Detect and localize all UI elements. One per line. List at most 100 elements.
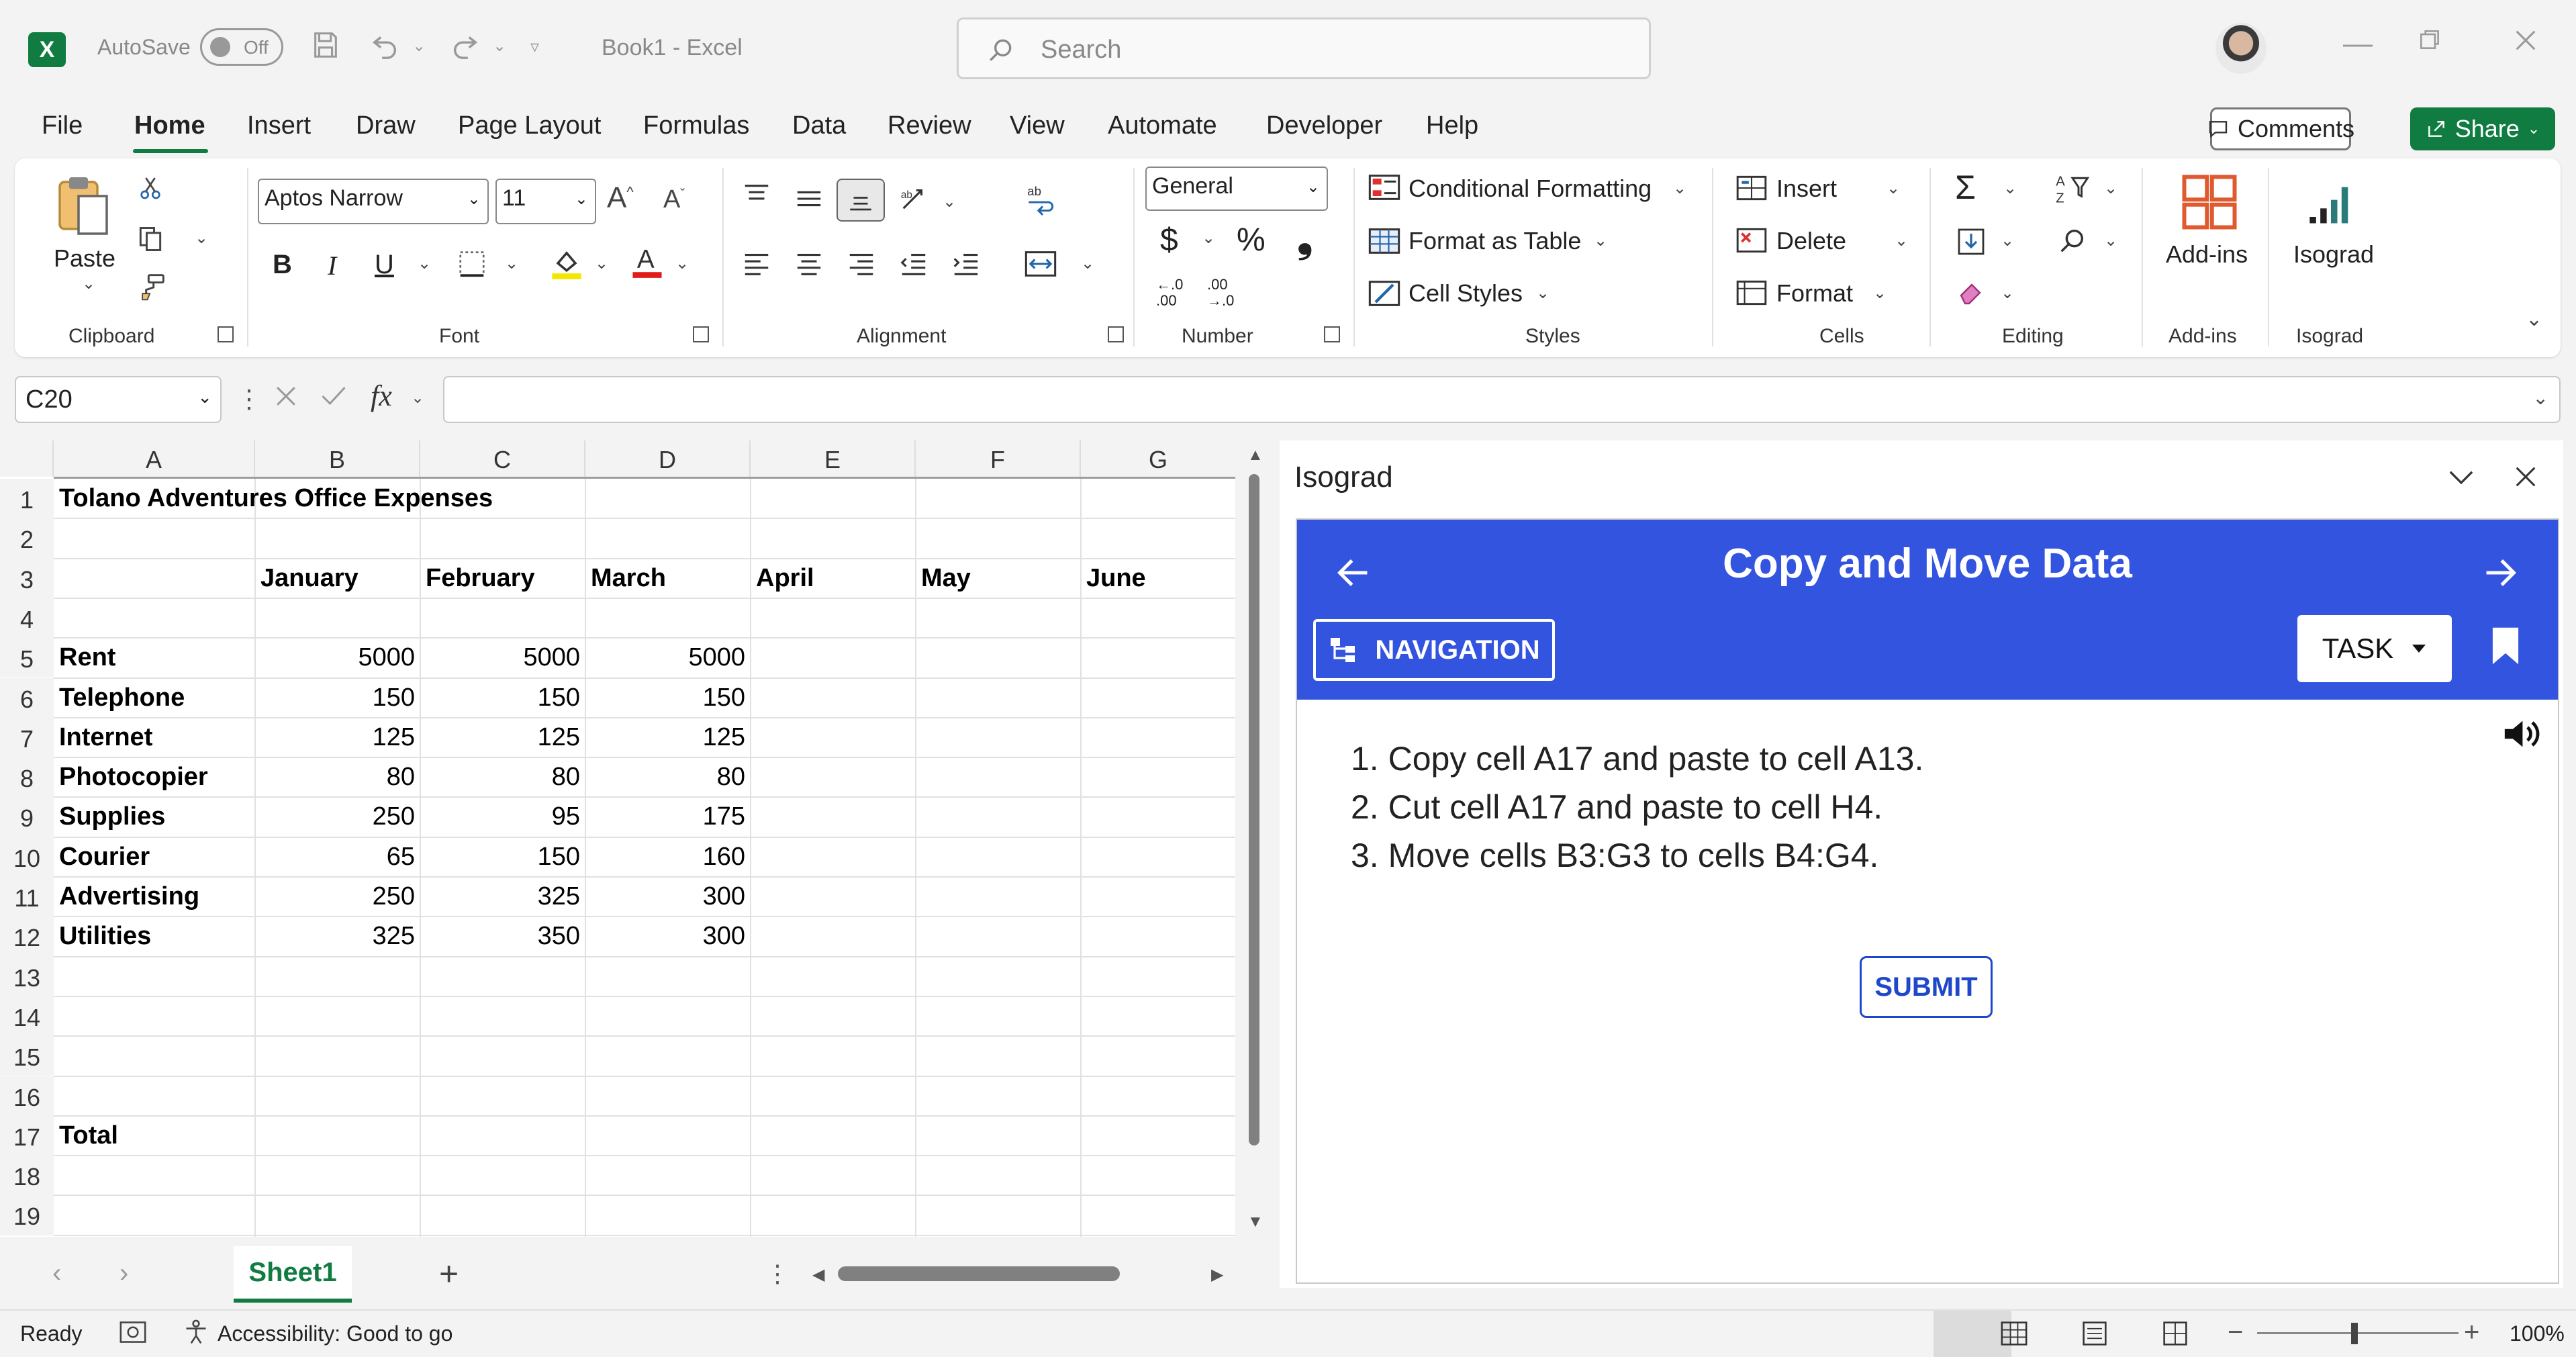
align-middle-icon[interactable] (794, 185, 824, 212)
month-header-cell[interactable]: January (255, 559, 420, 598)
format-cells-button[interactable]: Format (1776, 279, 1853, 308)
underline-dropdown-icon[interactable]: ⌄ (418, 254, 431, 273)
copy-dropdown-icon[interactable]: ⌄ (195, 228, 208, 248)
expense-value-cell[interactable]: 325 (255, 917, 420, 956)
task-dropdown[interactable]: TASK (2297, 615, 2452, 682)
formula-bar-menu-icon[interactable]: ⋮ (236, 384, 262, 414)
expense-value-cell[interactable]: 150 (255, 678, 420, 718)
minimize-icon[interactable]: — (2343, 27, 2373, 60)
redo-icon[interactable] (448, 30, 482, 60)
fill-dropdown-icon[interactable]: ⌄ (2001, 231, 2014, 250)
bold-button[interactable]: B (273, 250, 292, 280)
sort-filter-dropdown-icon[interactable]: ⌄ (2104, 179, 2117, 198)
month-header-cell[interactable]: March (585, 559, 751, 598)
sheet-tab-sheet1[interactable]: Sheet1 (234, 1246, 352, 1303)
cell-styles-button[interactable]: Cell Styles (1409, 279, 1523, 308)
cut-icon[interactable] (137, 173, 164, 203)
column-header-f[interactable]: F (916, 440, 1081, 477)
row-header[interactable]: 17 (0, 1115, 54, 1156)
merge-center-icon[interactable] (1023, 248, 1058, 279)
expense-value-cell[interactable]: 150 (420, 678, 585, 718)
formula-input[interactable]: ⌄ (443, 376, 2561, 423)
previous-sheet-icon[interactable]: ‹ (52, 1258, 61, 1289)
align-center-icon[interactable] (794, 250, 824, 278)
fill-icon[interactable] (1955, 227, 1987, 256)
expense-value-cell[interactable]: 80 (420, 757, 585, 797)
sheet-title-cell[interactable]: Tolano Adventures Office Expenses (54, 479, 524, 518)
expense-value-cell[interactable]: 125 (420, 718, 585, 757)
scroll-up-icon[interactable]: ▲ (1247, 446, 1263, 465)
expense-value-cell[interactable]: 80 (585, 757, 751, 797)
vertical-scroll-thumb[interactable] (1249, 474, 1259, 1145)
expense-label-cell[interactable]: Telephone (54, 678, 255, 718)
accessibility-icon[interactable] (181, 1319, 211, 1346)
format-painter-icon[interactable] (136, 273, 166, 302)
expense-value-cell[interactable]: 160 (585, 837, 751, 877)
expense-value-cell[interactable]: 150 (420, 837, 585, 877)
tab-formulas[interactable]: Formulas (643, 111, 749, 140)
row-header[interactable]: 10 (0, 837, 54, 877)
worksheet-grid[interactable]: A B C D E F G 1 2 3 4 5 6 7 8 9 10 11 12 13 14 15 16 17 1… (0, 440, 1235, 1237)
row-header[interactable]: 15 (0, 1036, 54, 1076)
tab-help[interactable]: Help (1426, 111, 1478, 140)
submit-button[interactable]: SUBMIT (1860, 956, 1993, 1018)
conditional-formatting-button[interactable]: Conditional Formatting (1409, 175, 1652, 203)
paste-icon[interactable] (55, 172, 111, 239)
column-header-a[interactable]: A (54, 440, 255, 477)
accessibility-status[interactable]: Accessibility: Good to go (218, 1321, 452, 1346)
column-header-e[interactable]: E (751, 440, 916, 477)
paste-label[interactable]: Paste (54, 244, 115, 273)
expense-value-cell[interactable]: 300 (585, 917, 751, 956)
tab-review[interactable]: Review (888, 111, 971, 140)
align-right-icon[interactable] (846, 250, 877, 278)
underline-button[interactable]: U (375, 250, 394, 280)
expense-label-cell[interactable]: Internet (54, 718, 255, 757)
font-name-select[interactable]: Aptos Narrow ⌄ (258, 179, 489, 224)
expense-value-cell[interactable]: 250 (255, 877, 420, 917)
zoom-slider-thumb[interactable] (2351, 1323, 2358, 1344)
chevron-down-icon[interactable]: ⌄ (1594, 231, 1607, 250)
insert-function-icon[interactable]: fx (371, 379, 392, 413)
tab-data[interactable]: Data (792, 111, 846, 140)
currency-format-button[interactable]: $ (1160, 222, 1178, 259)
month-header-cell[interactable]: May (916, 559, 1081, 598)
chevron-down-icon[interactable]: ⌄ (1873, 283, 1887, 303)
chevron-down-icon[interactable]: ⌄ (1536, 283, 1549, 303)
autosave-toggle[interactable]: Off (200, 28, 283, 66)
restore-icon[interactable] (2417, 27, 2442, 52)
chevron-down-icon[interactable]: ⌄ (1673, 179, 1686, 198)
expense-value-cell[interactable]: 350 (420, 917, 585, 956)
expense-label-cell[interactable]: Advertising (54, 877, 255, 917)
row-header[interactable]: 16 (0, 1076, 54, 1116)
expense-value-cell[interactable]: 300 (585, 877, 751, 917)
percent-format-button[interactable]: % (1237, 222, 1266, 259)
clear-icon[interactable] (1955, 277, 1989, 306)
clipboard-launcher-icon[interactable] (218, 326, 234, 342)
row-header[interactable]: 7 (0, 717, 54, 758)
expense-label-cell[interactable]: Photocopier (54, 757, 255, 797)
tab-home[interactable]: Home (134, 111, 205, 140)
fill-color-dropdown-icon[interactable]: ⌄ (595, 254, 608, 273)
align-bottom-icon[interactable] (837, 179, 885, 222)
tab-insert[interactable]: Insert (247, 111, 311, 140)
chevron-down-icon[interactable]: ⌄ (1895, 231, 1908, 250)
expense-value-cell[interactable]: 125 (255, 718, 420, 757)
scroll-right-icon[interactable]: ▶ (1211, 1265, 1223, 1284)
navigation-button[interactable]: NAVIGATION (1313, 619, 1555, 681)
row-header[interactable]: 6 (0, 677, 54, 718)
row-header[interactable]: 19 (0, 1195, 54, 1235)
name-box[interactable]: C20 ⌄ (15, 376, 222, 423)
decrease-indent-icon[interactable] (898, 250, 929, 278)
month-header-cell[interactable]: June (1081, 559, 1235, 598)
next-sheet-icon[interactable]: › (120, 1258, 128, 1289)
chevron-down-icon[interactable]: ⌄ (411, 388, 424, 408)
scroll-down-icon[interactable]: ▼ (1247, 1213, 1263, 1231)
expense-value-cell[interactable]: 5000 (255, 638, 420, 677)
expense-label-cell[interactable]: Rent (54, 638, 255, 677)
page-layout-view-icon[interactable] (2080, 1320, 2109, 1347)
expense-value-cell[interactable]: 325 (420, 877, 585, 917)
share-button[interactable]: Share ⌄ (2410, 107, 2555, 150)
isograd-button[interactable]: Isograd (2293, 240, 2374, 269)
zoom-level[interactable]: 100% (2510, 1321, 2565, 1346)
row-header[interactable]: 5 (0, 638, 54, 678)
